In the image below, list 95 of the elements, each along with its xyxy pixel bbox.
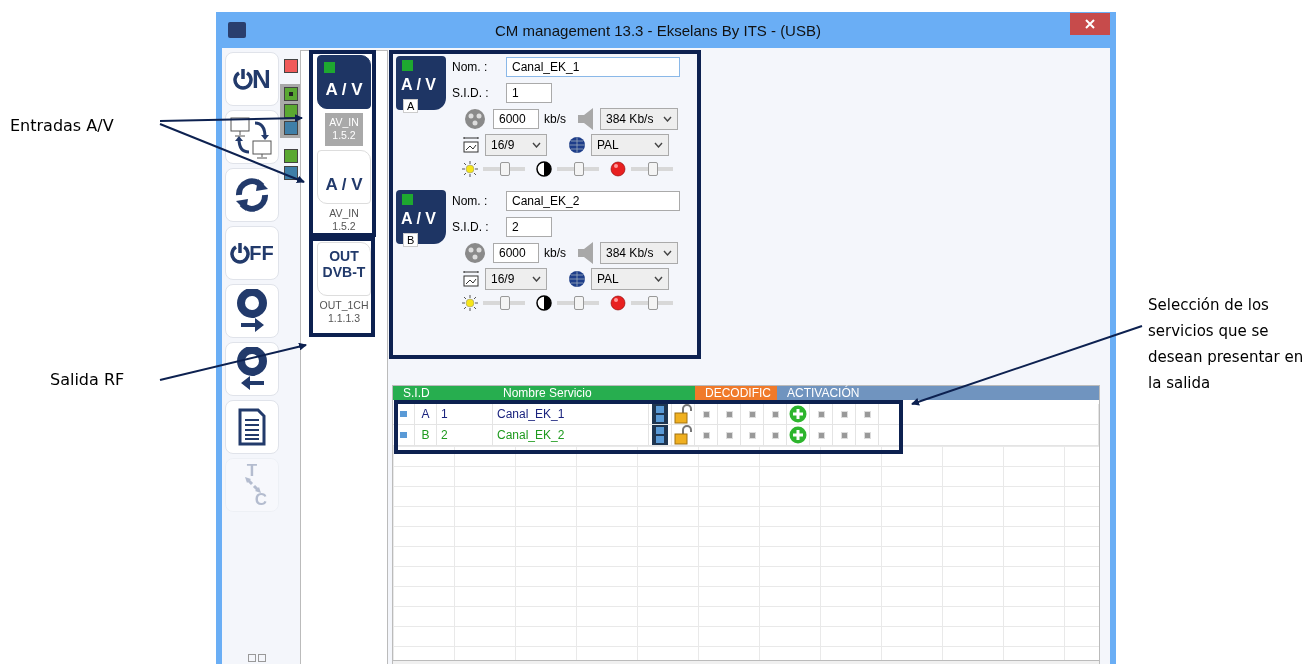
row-marker-icon [400,432,407,438]
table-cell: B [415,425,437,445]
power-icon [230,242,251,264]
power-icon [233,68,254,90]
color-icon [610,161,626,177]
device-label: OUT_1CH 1.1.1.3 [318,297,370,326]
speaker-icon [577,241,595,265]
film-strip-icon [652,425,668,445]
video-bitrate-field[interactable]: 6000 [493,109,539,129]
aspect-ratio-icon [462,270,480,288]
device-card[interactable]: A / V [317,150,371,205]
checkbox[interactable] [702,431,710,439]
toolbar-button[interactable] [225,400,279,454]
standard-dropdown[interactable]: PAL [591,134,669,156]
brightness-icon [462,161,478,177]
checkbox[interactable] [863,431,871,439]
globe-icon [568,270,586,288]
channel-badge: A / V B [396,190,446,244]
device-card[interactable]: A / V [317,55,371,109]
caret-icon [663,250,672,256]
table-cell: 2 [437,425,493,445]
color-icon [610,295,626,311]
toolbar-button[interactable] [225,284,279,338]
table-cell: Canal_EK_1 [493,404,649,424]
film-strip-icon [652,404,668,424]
name-field[interactable]: Canal_EK_1 [506,57,680,77]
device-label: AV_IN 1.5.2 [328,206,360,235]
aspect-dropdown[interactable]: 16/9 [485,134,547,156]
checkbox[interactable] [725,431,733,439]
film-reel-icon [462,241,488,265]
film-reel-icon [462,107,488,131]
name-field[interactable]: Canal_EK_2 [506,191,680,211]
callout-text: Salida RF [50,370,125,389]
toolbar-button[interactable] [225,168,279,222]
checkbox[interactable] [725,410,733,418]
unit-label: kb/s [544,112,566,126]
toolbar-button[interactable]: FF [225,226,279,280]
padlock-icon [674,404,692,424]
table-cell: A [415,404,437,424]
toolbar-button[interactable]: N [225,52,279,106]
toolbar-button[interactable] [225,110,279,164]
unit-label: kb/s [544,246,566,260]
checkbox[interactable] [748,410,756,418]
disc-arrow-icon [237,347,267,391]
window-title: CM management 13.3 - Ekselans By ITS - (USB) [494,21,822,39]
disc-arrow-icon [237,289,267,333]
aspect-ratio-icon [462,136,480,154]
field-label: Nom. : [452,194,489,208]
speaker-icon [577,107,595,131]
row-marker-icon [400,411,407,417]
monitors-swap-icon [229,115,275,159]
checkbox[interactable] [702,410,710,418]
checkbox[interactable] [771,410,779,418]
checkbox[interactable] [840,410,848,418]
close-icon [1085,19,1095,29]
video-bitrate-field[interactable]: 6000 [493,243,539,263]
checkbox[interactable] [840,431,848,439]
contrast-icon [536,161,552,177]
table-cell: Canal_EK_2 [493,425,649,445]
sid-field[interactable]: 1 [506,83,552,103]
contrast-icon [536,295,552,311]
window-tiles-icon [248,654,266,662]
checkbox[interactable] [863,410,871,418]
checkbox[interactable] [817,431,825,439]
globe-icon [568,136,586,154]
checkbox[interactable] [748,431,756,439]
toolbar-button[interactable] [225,342,279,396]
padlock-icon [674,425,692,445]
field-label: S.I.D. : [452,86,490,100]
add-icon[interactable] [789,405,807,423]
caret-icon [663,116,672,122]
table-cell: 1 [437,404,493,424]
caret-icon [654,276,663,282]
brightness-icon [462,295,478,311]
callout-text: Entradas A/V [10,116,114,135]
close-button[interactable] [1070,13,1110,35]
caret-icon [532,142,541,148]
document-icon [238,408,266,446]
audio-bitrate-dropdown[interactable]: 384 Kb/s [600,108,678,130]
callout-text: Selección de los servicios que se desean presentar en la salida [1148,295,1305,394]
device-label: AV_IN 1.5.2 [325,113,363,147]
field-label: S.I.D. : [452,220,490,234]
checkbox[interactable] [817,410,825,418]
aspect-dropdown[interactable]: 16/9 [485,268,547,290]
field-label: Nom. : [452,60,489,74]
app-icon [228,22,246,38]
channel-badge: A / V A [396,56,446,110]
audio-bitrate-dropdown[interactable]: 384 Kb/s [600,242,678,264]
add-icon[interactable] [789,426,807,444]
checkbox[interactable] [771,431,779,439]
sid-field[interactable]: 2 [506,217,552,237]
caret-icon [654,142,663,148]
device-card[interactable]: OUT DVB-T [317,241,371,296]
standard-dropdown[interactable]: PAL [591,268,669,290]
caret-icon [532,276,541,282]
